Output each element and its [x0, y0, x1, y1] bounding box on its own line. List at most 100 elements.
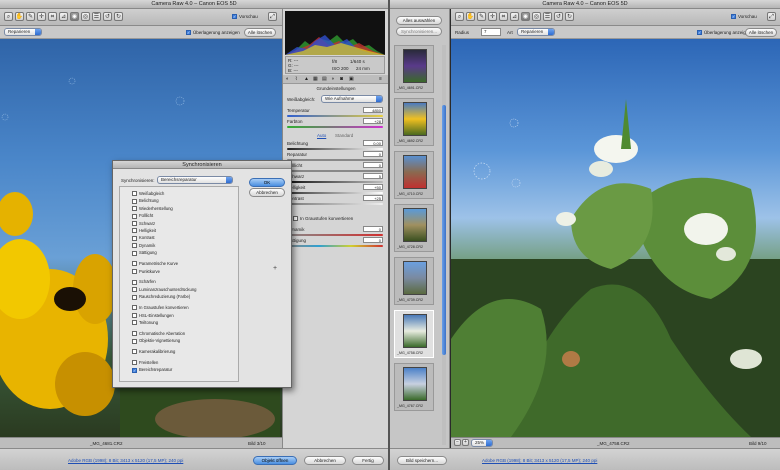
sync-option-checkbox[interactable] — [132, 235, 137, 241]
sync-option-item[interactable]: Kamerakalibrierung — [132, 349, 175, 355]
sync-option-checkbox[interactable] — [132, 243, 137, 249]
spot-removal-icon[interactable]: ◉ — [521, 12, 530, 21]
sync-option-checkbox[interactable] — [132, 206, 137, 212]
sync-option-checkbox[interactable] — [132, 213, 137, 219]
zoom-icon[interactable]: ⌕ — [4, 12, 13, 21]
color-sampler-icon[interactable]: ✛ — [37, 12, 46, 21]
dynamics-value[interactable]: 0 — [363, 226, 383, 232]
blacks-value[interactable]: 5 — [363, 173, 383, 179]
brightness-value[interactable]: +50 — [363, 184, 383, 190]
split-tab-icon[interactable]: ▤ — [322, 76, 327, 82]
dialog-cancel-button[interactable]: Abbrechen — [249, 188, 285, 197]
select-all-button[interactable]: Alles auswählen — [396, 16, 442, 25]
sync-option-item[interactable]: Fülllicht — [132, 213, 153, 219]
sync-option-item[interactable]: Chromatische Aberration — [132, 331, 185, 337]
straighten-icon[interactable]: ⊿ — [510, 12, 519, 21]
recovery-slider[interactable] — [287, 159, 383, 161]
filllight-value[interactable]: 0 — [363, 162, 383, 168]
radius-input[interactable]: 7 — [481, 28, 501, 36]
clear-all-button[interactable]: Alle löschen — [244, 28, 276, 37]
sync-option-checkbox[interactable] — [132, 268, 137, 274]
contrast-value[interactable]: +25 — [363, 195, 383, 201]
default-link[interactable]: Standard — [335, 133, 353, 138]
filmstrip-thumbnail[interactable]: _MG_4728.CR2 — [394, 204, 434, 252]
preferences-icon[interactable]: ☰ — [543, 12, 552, 21]
sync-option-checkbox[interactable] — [132, 228, 137, 234]
camera-tab-icon[interactable]: ◙ — [340, 76, 343, 82]
left-cancel-button[interactable]: Abbrechen — [304, 456, 346, 465]
presets-tab-icon[interactable]: ▣ — [349, 76, 354, 82]
sync-option-item[interactable]: Teiltonung — [132, 320, 158, 326]
right-workflow-link[interactable]: Adobe RGB (1998); 8 Bit; 3413 x 5120 (17… — [482, 458, 597, 463]
dialog-ok-button[interactable]: OK — [249, 178, 285, 187]
sync-option-item[interactable]: Schwarz — [132, 221, 155, 226]
sync-option-checkbox[interactable] — [132, 305, 137, 311]
sync-option-item[interactable]: Kontrast — [132, 235, 155, 241]
sync-option-item[interactable]: Luminanzrauschunterdrückung — [132, 287, 197, 293]
red-eye-icon[interactable]: ◎ — [532, 12, 541, 21]
sync-option-item[interactable]: Parametrische Kurve — [132, 261, 178, 267]
sync-option-checkbox[interactable] — [132, 349, 137, 355]
tint-value[interactable]: +28 — [363, 118, 383, 124]
spot-removal-icon[interactable]: ◉ — [70, 12, 79, 21]
curve-tab-icon[interactable]: ⌇ — [295, 76, 297, 82]
sync-option-checkbox[interactable] — [132, 338, 137, 344]
synchronize-button[interactable]: Synchronisieren... — [396, 27, 442, 36]
filmstrip-scrollbar[interactable] — [442, 45, 446, 445]
sync-option-item[interactable]: Schärfen — [132, 279, 156, 285]
sync-option-item[interactable]: Dynamik — [132, 243, 155, 249]
sync-option-checkbox[interactable] — [132, 191, 137, 197]
auto-link[interactable]: Auto — [317, 133, 326, 138]
panel-menu-icon[interactable]: ≡ — [379, 76, 382, 82]
rotate-left-icon[interactable]: ↺ — [103, 12, 112, 21]
sync-select[interactable]: Bereichsreparatur — [157, 176, 233, 184]
right-overlay-checkbox[interactable]: ✓ Überlagerung anzeigen — [697, 30, 751, 36]
right-preview-checkbox[interactable]: ✓ Vorschau — [731, 14, 757, 20]
straighten-icon[interactable]: ⊿ — [59, 12, 68, 21]
filmstrip-scroll-thumb[interactable] — [442, 105, 446, 355]
filmstrip-thumbnail[interactable]: _MG_4767.CR2 — [394, 363, 434, 411]
sync-option-checkbox[interactable] — [132, 287, 137, 293]
filmstrip-thumbnail[interactable]: _MG_4710.CR2 — [394, 151, 434, 199]
sync-option-item[interactable]: In Graustufen konvertieren — [132, 305, 189, 311]
sync-option-item[interactable]: Freistellen — [132, 360, 158, 366]
basic-tab-icon[interactable]: ◐ — [286, 76, 289, 82]
zoom-icon[interactable]: ⌕ — [455, 12, 464, 21]
sync-option-checkbox[interactable] — [132, 261, 137, 267]
zoom-out-icon[interactable]: − — [454, 439, 461, 446]
zoom-in-icon[interactable]: + — [462, 439, 469, 446]
filmstrip-thumbnail[interactable]: _MG_4691.CR2 — [394, 45, 434, 93]
sync-option-item[interactable]: HSL-Einstellungen — [132, 313, 174, 318]
saturation-slider[interactable] — [287, 245, 383, 247]
sync-option-checkbox[interactable] — [132, 360, 137, 366]
sync-option-item[interactable]: Weißabgleich — [132, 191, 164, 197]
temp-value[interactable]: 4850 — [363, 107, 383, 113]
done-button[interactable]: Fertig — [352, 456, 384, 465]
zoom-select[interactable]: 25% — [471, 439, 493, 447]
hand-icon[interactable]: ✋ — [15, 12, 24, 21]
lens-tab-icon[interactable]: ◑ — [331, 76, 334, 82]
sync-option-checkbox[interactable] — [132, 220, 137, 226]
exposure-slider[interactable] — [287, 148, 383, 150]
sync-option-checkbox[interactable] — [132, 294, 137, 300]
hsl-tab-icon[interactable]: ▦ — [313, 76, 318, 82]
sync-option-checkbox[interactable] — [132, 198, 137, 204]
sync-option-item[interactable]: Punktkurve — [132, 269, 160, 274]
sync-option-checkbox[interactable] — [132, 312, 137, 318]
blacks-slider[interactable] — [287, 181, 383, 183]
filmstrip-thumbnail[interactable]: _MG_4739.CR2 — [394, 257, 434, 305]
left-workflow-link[interactable]: Adobe RGB (1998); 8 Bit; 3413 x 5120 (17… — [68, 458, 183, 463]
filllight-slider[interactable] — [287, 170, 383, 172]
sync-option-item[interactable]: Helligkeit — [132, 228, 156, 234]
overlay-checkbox[interactable]: ✓ Überlagerung anzeigen — [186, 30, 240, 36]
brightness-slider[interactable] — [287, 192, 383, 194]
filmstrip-thumbnail[interactable]: _MG_4758.CR2 — [394, 310, 434, 358]
filmstrip-thumbnail[interactable]: _MG_4692.CR2 — [394, 98, 434, 146]
rotate-right-icon[interactable]: ↻ — [114, 12, 123, 21]
type-select[interactable]: Reparieren — [517, 28, 555, 36]
sync-option-item[interactable]: ✓ Bereichsreparatur — [132, 367, 172, 373]
sync-option-checkbox[interactable]: ✓ — [132, 367, 137, 373]
crop-icon[interactable]: ⌗ — [499, 12, 508, 21]
fullscreen-icon[interactable]: ⤢ — [268, 12, 277, 21]
save-image-button[interactable]: Bild speichern... — [397, 456, 447, 465]
